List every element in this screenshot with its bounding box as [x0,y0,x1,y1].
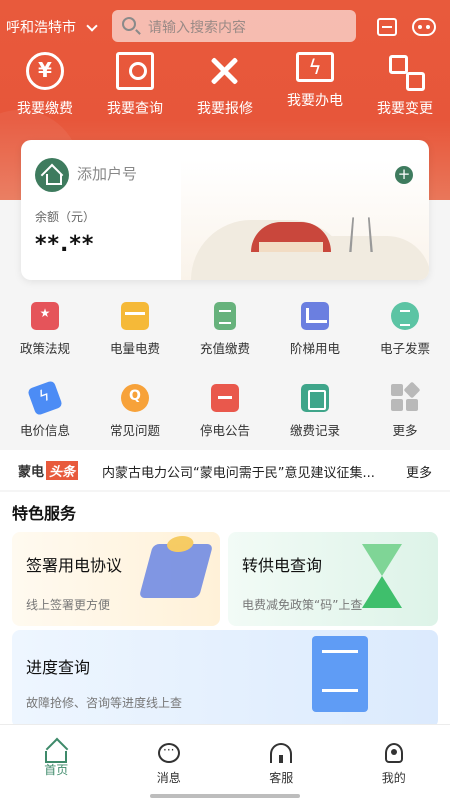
nav-label: 首页 [44,763,69,777]
card-progress-query[interactable]: 进度查询 故障抢修、咨询等进度线上查 [12,630,438,728]
search-icon [122,17,136,31]
chevron-down-icon[interactable] [86,20,98,32]
balance-value: **.** [35,232,95,257]
news-logo-tag: 头条 [46,461,79,480]
card-subtitle: 线上签署更方便 [26,598,111,612]
card-title: 进度查询 [26,658,91,677]
message-icon [157,743,180,763]
nav-label: 消息 [156,771,181,785]
power-tower-illustration [349,217,373,252]
card-subtitle: 故障抢修、咨询等进度线上查 [26,696,183,710]
nav-home[interactable]: 首页 [0,725,113,800]
card-transfer-power-query[interactable]: 转供电查询 电费减免政策“码”上查 [228,532,438,626]
nav-label: 我的 [381,771,406,785]
faq-icon [121,384,149,412]
service-bill[interactable]: 电量电费 [90,298,180,380]
quick-action-pay[interactable]: 我要缴费 [0,52,90,122]
add-account-button[interactable]: + [395,166,413,184]
service-label: 更多 [392,423,418,438]
quick-action-repair[interactable]: 我要报修 [180,52,270,122]
nav-label: 客服 [269,771,294,785]
quick-action-label: 我要办电 [287,93,343,109]
wrench-screwdriver-icon [206,52,244,90]
robot-assistant-icon[interactable] [412,18,436,36]
city-illustration [181,160,429,280]
news-logo: 蒙电 头条 [18,461,79,480]
news-headline[interactable]: 内蒙古电力公司“蒙电问需于民”意见建议征集... [102,462,392,481]
policy-icon [31,302,59,330]
hourglass-illustration [362,544,402,608]
news-ticker[interactable]: 蒙电 头条 内蒙古电力公司“蒙电问需于民”意见建议征集... 更多 [0,450,450,490]
service-recharge[interactable]: 充值缴费 [180,298,270,380]
service-label: 常见问题 [109,423,160,438]
quick-actions: 我要缴费 我要查询 我要报修 我要办电 我要变更 [0,52,450,122]
nav-mine[interactable]: 我的 [338,725,450,800]
service-policy[interactable]: 政策法规 [0,298,90,380]
bill-icon [121,302,149,330]
city-selector[interactable]: 呼和浩特市 [6,17,76,37]
search-placeholder: 请输入搜索内容 [148,20,246,36]
service-label: 政策法规 [19,341,70,356]
progress-document-illustration [312,636,368,712]
section-title: 特色服务 [12,500,85,525]
service-label: 电价信息 [19,423,70,438]
quick-action-query[interactable]: 我要查询 [90,52,180,122]
top-bar: 呼和浩特市 请输入搜索内容 [0,8,450,44]
nav-customer-service[interactable]: 客服 [225,725,338,800]
bottom-navigation: 首页 消息 客服 我的 [0,724,450,800]
service-row: 政策法规 电量电费 充值缴费 阶梯用电 电子发票 [0,298,450,380]
yuan-icon [26,52,64,90]
service-grid: 政策法规 电量电费 充值缴费 阶梯用电 电子发票 电价信息 常见问题 [0,298,450,462]
quick-action-apply[interactable]: 我要办电 [270,52,360,122]
featured-services: 特色服务 签署用电协议 线上签署更方便 转供电查询 电费减免政策“码”上查 进度… [0,492,450,732]
service-step-power[interactable]: 阶梯用电 [270,298,360,380]
account-card[interactable]: 添加户号 + 余额（元） **.** [21,140,429,280]
home-icon [45,751,68,763]
card-sign-agreement[interactable]: 签署用电协议 线上签署更方便 [12,532,220,626]
electricity-board-icon [296,52,334,82]
news-logo-main: 蒙电 [18,465,45,480]
search-bar[interactable]: 请输入搜索内容 [112,10,356,42]
home-account-icon[interactable] [35,158,69,192]
card-title: 签署用电协议 [26,556,123,575]
service-label: 电量电费 [109,341,160,356]
quick-action-label: 我要查询 [107,101,163,117]
step-power-icon [301,302,329,330]
scan-icon[interactable] [377,18,397,36]
quick-action-change[interactable]: 我要变更 [360,52,450,122]
add-account-label[interactable]: 添加户号 [77,163,137,184]
quick-action-label: 我要缴费 [17,101,73,117]
price-tag-icon [27,380,63,416]
recharge-icon [214,302,236,330]
payment-record-icon [301,384,329,412]
more-grid-icon [391,381,421,412]
service-label: 停电公告 [199,423,250,438]
service-label: 电子发票 [379,341,430,356]
search-document-icon [116,52,154,90]
quick-action-label: 我要报修 [197,101,253,117]
home-indicator [150,794,300,798]
change-icon [386,52,425,91]
nav-messages[interactable]: 消息 [113,725,226,800]
outage-notice-icon [211,384,239,412]
service-label: 充值缴费 [199,341,250,356]
card-subtitle: 电费减免政策“码”上查 [242,598,363,612]
service-label: 缴费记录 [289,423,340,438]
quick-action-label: 我要变更 [377,101,433,117]
service-invoice[interactable]: 电子发票 [360,298,450,380]
sign-agreement-illustration [138,544,214,598]
card-title: 转供电查询 [242,556,323,575]
service-label: 阶梯用电 [289,341,340,356]
profile-icon [384,743,403,763]
news-more-link[interactable]: 更多 [406,462,432,481]
headset-icon [270,743,293,763]
invoice-icon [391,302,419,330]
balance-label: 余额（元） [35,210,96,224]
